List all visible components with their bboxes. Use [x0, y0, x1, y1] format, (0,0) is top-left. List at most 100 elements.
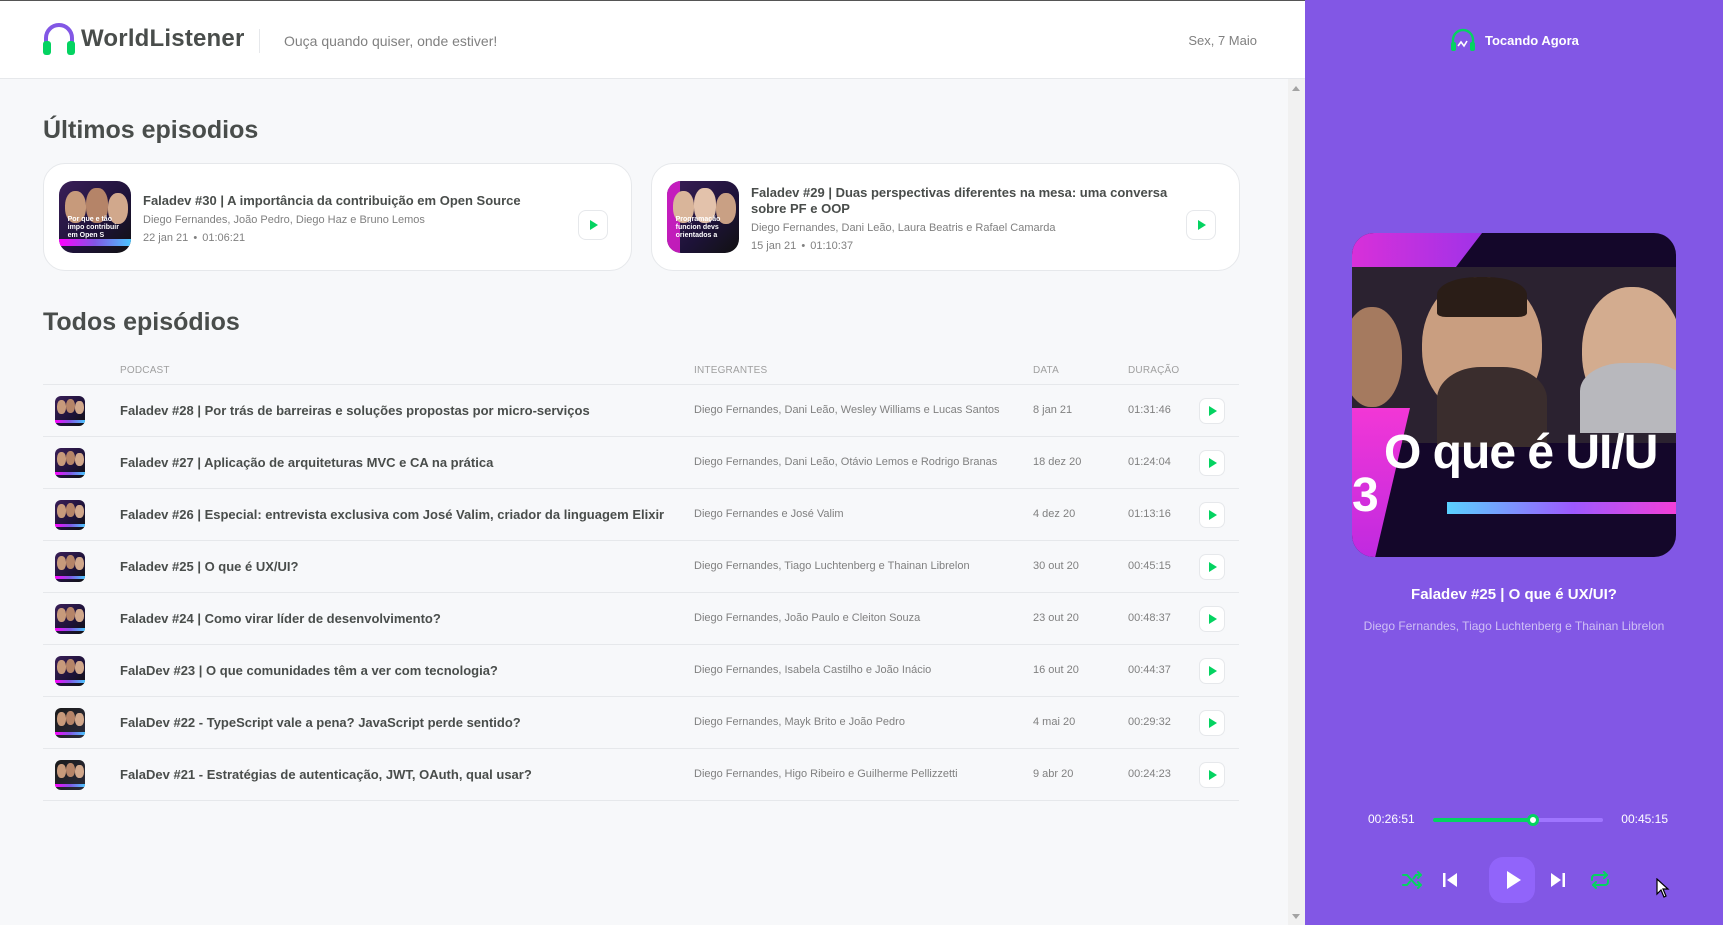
- now-playing-label: Tocando Agora: [1485, 32, 1579, 48]
- episode-title[interactable]: Faladev #27 | Aplicação de arquiteturas …: [120, 455, 493, 470]
- play-episode-button[interactable]: [1199, 658, 1225, 684]
- episode-date: 30 out 20: [1033, 560, 1079, 572]
- episode-meta: 15 jan 21 • 01:10:37: [751, 240, 1179, 252]
- episode-duration: 01:13:16: [1128, 508, 1171, 520]
- episode-title[interactable]: Faladev #25 | O que é UX/UI?: [120, 559, 298, 574]
- play-episode-button[interactable]: [1199, 450, 1225, 476]
- play-icon: [1209, 718, 1217, 728]
- scroll-up-arrow-icon[interactable]: [1292, 86, 1300, 91]
- episode-meta: 22 jan 21 • 01:06:21: [143, 232, 571, 244]
- episode-thumbnail[interactable]: Programação funcion devs orientados a: [667, 181, 739, 253]
- mouse-cursor-icon: [1656, 878, 1670, 898]
- episode-date: 8 jan 21: [1033, 404, 1073, 416]
- episode-members: Diego Fernandes, João Paulo e Cleiton So…: [694, 612, 921, 624]
- main-content: WorldListener Ouça quando quiser, onde e…: [0, 0, 1305, 925]
- episode-date: 4 dez 20: [1033, 508, 1076, 520]
- column-duration: Duração: [1128, 365, 1180, 376]
- table-row[interactable]: Faladev #25 | O que é UX/UI? Diego Fernan…: [43, 541, 1239, 593]
- episode-thumbnail[interactable]: [55, 448, 85, 478]
- previous-button[interactable]: [1435, 865, 1465, 895]
- meta-separator: •: [801, 240, 806, 252]
- episode-date: 4 mai 20: [1033, 716, 1076, 728]
- episode-thumbnail[interactable]: [55, 552, 85, 582]
- episode-members: Diego Fernandes e José Valim: [694, 508, 844, 520]
- play-episode-button[interactable]: [578, 210, 608, 240]
- headphones-logo-icon: [43, 23, 75, 55]
- play-icon: [1507, 871, 1521, 889]
- latest-episode-card[interactable]: Por que e tão impo contribuir em Open S …: [43, 163, 632, 271]
- episode-members: Diego Fernandes, Dani Leão, Otávio Lemos…: [694, 456, 998, 468]
- episode-thumbnail[interactable]: [55, 656, 85, 686]
- progress-fill: [1433, 818, 1534, 822]
- episode-thumbnail[interactable]: [55, 708, 85, 738]
- scroll-down-arrow-icon[interactable]: [1292, 914, 1300, 919]
- play-episode-button[interactable]: [1199, 502, 1225, 528]
- episode-duration: 01:06:21: [202, 232, 246, 244]
- table-row[interactable]: FalaDev #23 | O que comunidades têm a ve…: [43, 645, 1239, 697]
- episode-thumbnail[interactable]: [55, 760, 85, 790]
- episode-thumbnail[interactable]: [55, 604, 85, 634]
- episode-title[interactable]: Faladev #28 | Por trás de barreiras e so…: [120, 403, 590, 418]
- episode-title[interactable]: Faladev #26 | Especial: entrevista exclu…: [120, 507, 664, 522]
- column-podcast: Podcast: [120, 365, 170, 376]
- progress-bar: 00:26:51 00:45:15: [1368, 812, 1668, 826]
- table-row[interactable]: FalaDev #22 - TypeScript vale a pena? Ja…: [43, 697, 1239, 749]
- table-row[interactable]: Faladev #28 | Por trás de barreiras e so…: [43, 385, 1239, 437]
- shuffle-button[interactable]: [1397, 865, 1427, 895]
- progress-handle[interactable]: [1527, 814, 1540, 826]
- play-episode-button[interactable]: [1186, 210, 1216, 240]
- playing-episode-members: Diego Fernandes, Tiago Luchtenberg e Tha…: [1363, 619, 1665, 633]
- play-icon: [1209, 770, 1217, 780]
- episode-members: Diego Fernandes, Tiago Luchtenberg e Tha…: [694, 560, 970, 572]
- play-icon: [1198, 220, 1206, 230]
- play-episode-button[interactable]: [1199, 710, 1225, 736]
- episode-duration: 00:48:37: [1128, 612, 1171, 624]
- episode-duration: 01:10:37: [810, 240, 854, 252]
- episode-title[interactable]: FalaDev #21 - Estratégias de autenticaçã…: [120, 767, 532, 782]
- episode-date: 18 dez 20: [1033, 456, 1082, 468]
- play-episode-button[interactable]: [1199, 762, 1225, 788]
- episode-thumbnail[interactable]: [55, 396, 85, 426]
- table-row[interactable]: Faladev #26 | Especial: entrevista exclu…: [43, 489, 1239, 541]
- player-panel: Tocando Agora O que é UI/U 3 Faladev #25…: [1305, 0, 1723, 925]
- all-episodes-title: Todos episódios: [43, 308, 240, 336]
- now-playing-header: Tocando Agora: [1449, 28, 1579, 52]
- play-episode-button[interactable]: [1199, 398, 1225, 424]
- logo[interactable]: WorldListener: [42, 21, 245, 57]
- table-row[interactable]: Faladev #24 | Como virar líder de desenv…: [43, 593, 1239, 645]
- table-row[interactable]: FalaDev #21 - Estratégias de autenticaçã…: [43, 749, 1239, 801]
- next-button[interactable]: [1543, 865, 1573, 895]
- playing-episode-title: Faladev #25 | O que é UX/UI?: [1411, 586, 1617, 603]
- episode-members: Diego Fernandes, Isabela Castilho e João…: [694, 664, 932, 676]
- current-date: Sex, 7 Maio: [1188, 33, 1257, 48]
- progress-slider[interactable]: [1433, 814, 1603, 826]
- episode-title[interactable]: Faladev #29 | Duas perspectivas diferent…: [751, 185, 1179, 217]
- scrollbar[interactable]: [1288, 79, 1305, 925]
- episode-members: Diego Fernandes, Dani Leão, Laura Beatri…: [751, 222, 1056, 234]
- next-icon: [1551, 873, 1565, 887]
- header: WorldListener Ouça quando quiser, onde e…: [0, 0, 1305, 79]
- episode-thumbnail[interactable]: [55, 500, 85, 530]
- play-button[interactable]: [1489, 857, 1535, 903]
- episode-title[interactable]: FalaDev #22 - TypeScript vale a pena? Ja…: [120, 715, 521, 730]
- episode-date: 22 jan 21: [143, 232, 189, 244]
- table-row[interactable]: Faladev #27 | Aplicação de arquiteturas …: [43, 437, 1239, 489]
- play-episode-button[interactable]: [1199, 554, 1225, 580]
- play-icon: [1209, 666, 1217, 676]
- player-controls: [1397, 857, 1637, 903]
- episode-date: 16 out 20: [1033, 664, 1079, 676]
- episode-title[interactable]: Faladev #24 | Como virar líder de desenv…: [120, 611, 441, 626]
- latest-episode-card[interactable]: Programação funcion devs orientados a Fa…: [651, 163, 1240, 271]
- play-icon: [1209, 406, 1217, 416]
- episode-title[interactable]: Faladev #30 | A importância da contribui…: [143, 193, 571, 209]
- episode-thumbnail[interactable]: Por que e tão impo contribuir em Open S: [59, 181, 131, 253]
- episode-duration: 01:24:04: [1128, 456, 1171, 468]
- episode-duration: 00:24:23: [1128, 768, 1171, 780]
- play-episode-button[interactable]: [1199, 606, 1225, 632]
- table-header: Podcast Integrantes Data Duração: [43, 355, 1239, 385]
- episode-cover-image: O que é UI/U 3: [1352, 233, 1676, 557]
- episode-members: Diego Fernandes, João Pedro, Diego Haz e…: [143, 214, 425, 226]
- repeat-button[interactable]: [1585, 865, 1615, 895]
- episode-title[interactable]: FalaDev #23 | O que comunidades têm a ve…: [120, 663, 498, 678]
- episodes-table: Podcast Integrantes Data Duração Faladev…: [43, 355, 1239, 801]
